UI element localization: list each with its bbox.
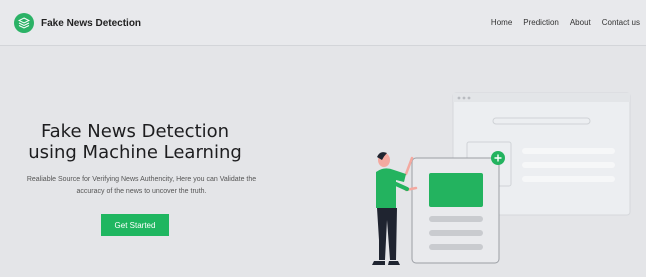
hero-description-line2: accuracy of the news to uncover the trut… xyxy=(76,188,207,195)
person-illustration xyxy=(372,152,418,265)
hero-title-line1: Fake News Detection xyxy=(40,121,230,142)
hero-title: Fake News Detection using Machine Learni… xyxy=(20,121,250,163)
nav-link-contact[interactable]: Contact us xyxy=(602,18,640,27)
page: Fake News Detection Home Prediction Abou… xyxy=(0,0,646,277)
brand-name: Fake News Detection xyxy=(41,17,142,29)
hero-description: Realiable Source for Verifying News Auth… xyxy=(4,174,279,198)
hero-title-line2: using Machine Learning xyxy=(28,142,242,163)
phone-card-illustration xyxy=(411,157,500,264)
hero-description-line1: Realiable Source for Verifying News Auth… xyxy=(26,176,257,183)
plus-icon xyxy=(491,151,505,165)
hero-illustration xyxy=(372,92,631,265)
navbar: Fake News Detection Home Prediction Abou… xyxy=(0,0,646,46)
layers-icon xyxy=(14,13,34,33)
get-started-button[interactable]: Get Started xyxy=(101,214,169,236)
nav-link-about[interactable]: About xyxy=(570,18,591,27)
nav-links: Home Prediction About Contact us xyxy=(480,18,640,27)
nav-link-prediction[interactable]: Prediction xyxy=(523,18,559,27)
nav-link-home[interactable]: Home xyxy=(491,18,512,27)
brand[interactable]: Fake News Detection xyxy=(14,13,141,33)
